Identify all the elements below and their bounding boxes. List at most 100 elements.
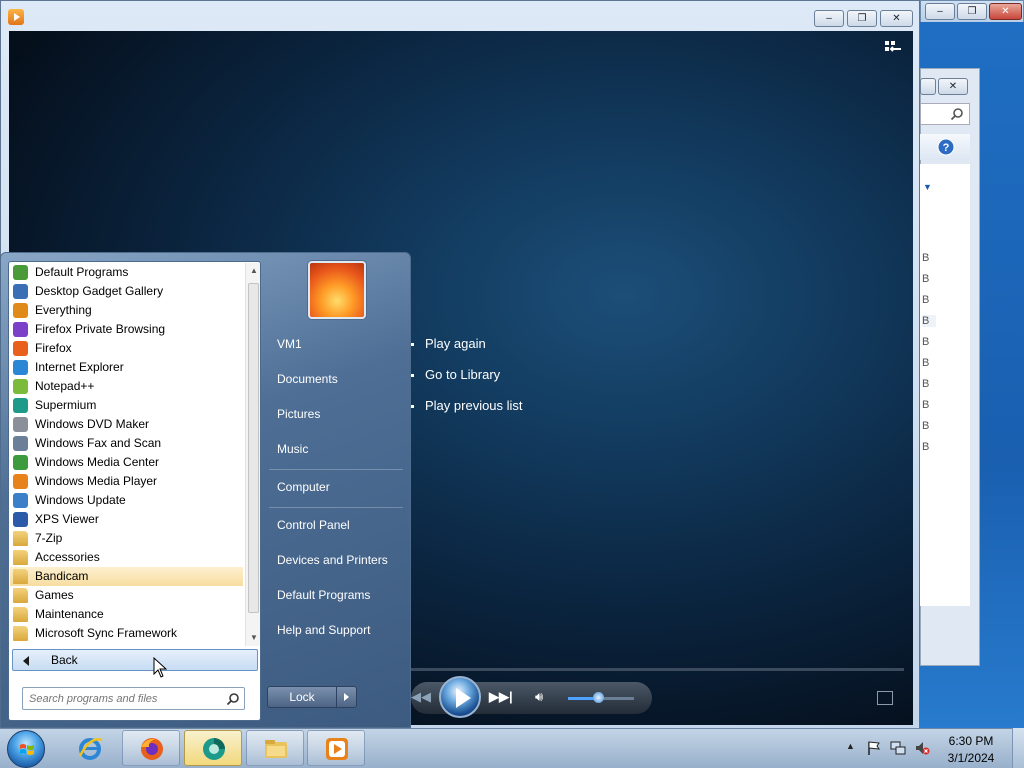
- volume-icon[interactable]: 🔊︎: [535, 689, 553, 707]
- next-button[interactable]: ▶▶|: [489, 689, 519, 707]
- start-menu: Default Programs Desktop Gadget Gallery Ev…: [0, 252, 411, 728]
- program-label: Firefox Private Browsing: [35, 322, 166, 336]
- program-label: Microsoft Sync Framework: [35, 626, 178, 640]
- program-label: Windows Media Center: [35, 455, 160, 469]
- start-item-help-support[interactable]: Help and Support: [269, 616, 405, 644]
- folder-icon: [13, 531, 28, 546]
- play-again-option[interactable]: Play again: [411, 336, 523, 367]
- close-button[interactable]: ✕: [880, 10, 913, 27]
- program-item[interactable]: Default Programs: [10, 263, 243, 282]
- fullscreen-icon[interactable]: [877, 691, 893, 705]
- play-button[interactable]: [439, 676, 481, 718]
- bg-restore-button[interactable]: ❐: [957, 3, 987, 20]
- program-item[interactable]: Windows Fax and Scan: [10, 434, 243, 453]
- program-label: Supermium: [35, 398, 97, 412]
- separator: [269, 507, 403, 508]
- back-button[interactable]: Back: [12, 649, 258, 671]
- previous-button[interactable]: ◀◀: [411, 689, 435, 707]
- switch-to-library-icon[interactable]: [884, 40, 902, 54]
- user-picture[interactable]: [308, 261, 366, 319]
- taskbar-media-player[interactable]: [307, 730, 365, 766]
- start-item-default-programs[interactable]: Default Programs: [269, 581, 405, 609]
- show-hidden-icons-icon[interactable]: ▲: [846, 741, 855, 751]
- program-item[interactable]: Desktop Gadget Gallery: [10, 282, 243, 301]
- start-item-control-panel[interactable]: Control Panel: [269, 511, 405, 539]
- start-item-devices-printers[interactable]: Devices and Printers: [269, 546, 405, 574]
- taskbar-internet-explorer[interactable]: [61, 730, 119, 766]
- media-player-titlebar[interactable]: – ❐ ✕: [1, 1, 919, 31]
- dropdown-arrow-icon[interactable]: ▼: [923, 182, 932, 192]
- start-item-computer[interactable]: Computer: [269, 473, 405, 501]
- bg-close-button[interactable]: ✕: [989, 3, 1022, 20]
- notepadpp-icon: [13, 379, 28, 394]
- start-item-pictures[interactable]: Pictures: [269, 400, 405, 428]
- folder-icon: [13, 626, 28, 641]
- program-item[interactable]: Windows Update: [10, 491, 243, 510]
- taskbar-supermium[interactable]: [184, 730, 242, 766]
- taskbar-explorer[interactable]: [246, 730, 304, 766]
- program-item[interactable]: Firefox Private Browsing: [10, 320, 243, 339]
- bg-search-field[interactable]: [920, 103, 970, 125]
- program-item[interactable]: Microsoft Sync Framework: [10, 624, 243, 643]
- program-item[interactable]: Supermium: [10, 396, 243, 415]
- play-previous-list-option[interactable]: Play previous list: [411, 398, 523, 429]
- bullet-icon: [411, 374, 414, 377]
- list-item: B: [922, 273, 930, 285]
- firefox-private-icon: [13, 322, 28, 337]
- show-desktop-button[interactable]: [1012, 728, 1024, 768]
- programs-scrollbar[interactable]: ▲ ▼: [245, 263, 260, 646]
- program-item[interactable]: XPS Viewer: [10, 510, 243, 529]
- media-center-icon: [13, 455, 28, 470]
- taskbar-firefox[interactable]: [122, 730, 180, 766]
- scrollbar-thumb[interactable]: [248, 283, 259, 613]
- xps-icon: [13, 512, 28, 527]
- restore-button[interactable]: ❐: [847, 10, 877, 27]
- program-item[interactable]: Everything: [10, 301, 243, 320]
- program-item[interactable]: Accessories: [10, 548, 243, 567]
- shutdown-options-arrow-icon[interactable]: [336, 686, 357, 708]
- start-item-music[interactable]: Music: [269, 435, 405, 463]
- bg-restore2-button[interactable]: [920, 78, 936, 95]
- start-search-field[interactable]: [22, 687, 245, 710]
- lock-button[interactable]: Lock: [267, 686, 337, 708]
- program-item[interactable]: Windows Media Player: [10, 472, 243, 491]
- help-icon[interactable]: ?: [937, 138, 955, 156]
- go-to-library-option[interactable]: Go to Library: [411, 367, 523, 398]
- program-item[interactable]: Maintenance: [10, 605, 243, 624]
- program-item[interactable]: Bandicam: [10, 567, 243, 586]
- program-item[interactable]: 7-Zip: [10, 529, 243, 548]
- firefox-icon: [141, 738, 163, 760]
- minimize-button[interactable]: –: [814, 10, 844, 27]
- program-item[interactable]: Windows DVD Maker: [10, 415, 243, 434]
- start-search-input[interactable]: [27, 689, 217, 708]
- program-item[interactable]: Notepad++: [10, 377, 243, 396]
- clock-time[interactable]: 6:30 PM: [946, 734, 996, 748]
- program-item[interactable]: Internet Explorer: [10, 358, 243, 377]
- fax-icon: [13, 436, 28, 451]
- bullet-icon: [411, 343, 414, 346]
- action-center-flag-icon[interactable]: [866, 740, 882, 756]
- scroll-up-icon[interactable]: ▲: [250, 266, 258, 275]
- start-item-documents[interactable]: Documents: [269, 365, 405, 393]
- program-label: Windows DVD Maker: [35, 417, 150, 431]
- bg-minimize-button[interactable]: –: [925, 3, 955, 20]
- network-icon[interactable]: [890, 740, 906, 756]
- program-label: XPS Viewer: [35, 512, 99, 526]
- scroll-down-icon[interactable]: ▼: [250, 633, 258, 642]
- clock-date[interactable]: 3/1/2024: [946, 751, 996, 765]
- program-label: Internet Explorer: [35, 360, 124, 374]
- program-item[interactable]: Windows Media Center: [10, 453, 243, 472]
- volume-muted-icon[interactable]: [914, 740, 930, 756]
- playback-options: Play again Go to Library Play previous l…: [411, 336, 523, 429]
- seek-bar[interactable]: [411, 668, 904, 671]
- volume-slider-handle[interactable]: [593, 692, 604, 703]
- search-icon[interactable]: [226, 692, 240, 706]
- list-item: B: [922, 357, 930, 369]
- program-label: Default Programs: [35, 265, 129, 279]
- program-item[interactable]: Games: [10, 586, 243, 605]
- start-item-user[interactable]: VM1: [269, 330, 405, 358]
- bg-close2-button[interactable]: ✕: [938, 78, 968, 95]
- program-item[interactable]: Firefox: [10, 339, 243, 358]
- folder-icon: [13, 550, 28, 565]
- start-button[interactable]: [7, 730, 45, 768]
